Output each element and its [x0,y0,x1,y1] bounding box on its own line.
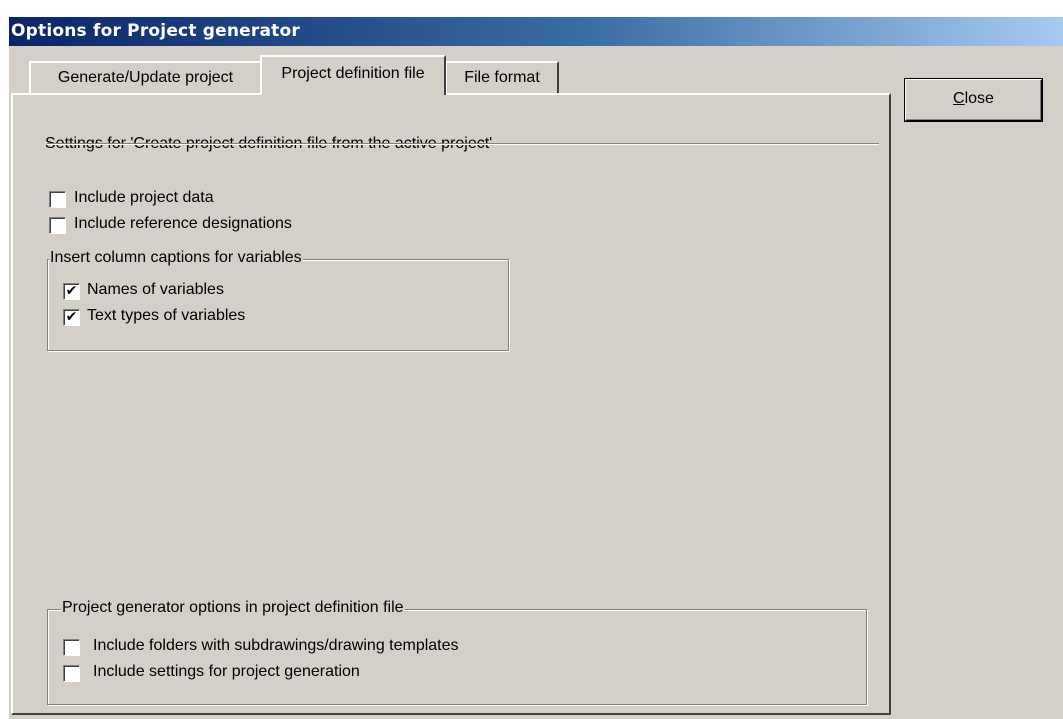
include-settings-label: Include settings for project generation [93,663,360,680]
close-mnemonic: C [953,90,965,107]
include-reference-designations-checkbox[interactable] [49,217,66,234]
text-types-of-variables-label: Text types of variables [87,307,246,324]
include-reference-designations-label: Include reference designations [74,215,292,232]
text-types-of-variables-checkbox[interactable]: ✔ [63,309,80,326]
heading-divider [47,143,879,145]
include-settings-checkbox[interactable] [63,665,80,682]
tab-file-format[interactable]: File format [445,61,559,93]
close-label: lose [964,90,994,107]
title-bar: Options for Project generator [9,17,1063,46]
include-folders-label: Include folders with subdrawings/drawing… [93,637,459,654]
names-of-variables-label: Names of variables [87,281,224,298]
generator-group-legend: Project generator options in project def… [61,599,405,617]
close-button[interactable]: Close [905,79,1042,121]
options-dialog: Options for Project generator Generate/U… [8,16,1063,719]
include-folders-checkbox[interactable] [63,639,80,656]
names-of-variables-checkbox[interactable]: ✔ [63,283,80,300]
generator-options-groupbox [47,609,867,705]
include-project-data-label: Include project data [74,189,214,206]
include-project-data-checkbox[interactable] [49,191,66,208]
tab-panel-project-definition-file: Settings for 'Create project definition … [11,93,891,715]
tab-project-definition-file[interactable]: Project definition file [260,55,446,95]
captions-groupbox [47,259,509,351]
captions-group-legend: Insert column captions for variables [49,249,303,267]
tab-generate-update-project[interactable]: Generate/Update project [29,61,262,93]
